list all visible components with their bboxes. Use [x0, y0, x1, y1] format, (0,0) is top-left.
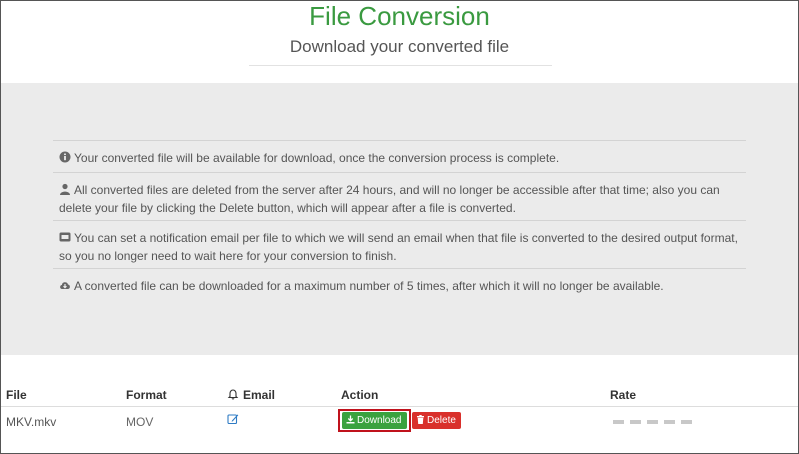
- delete-label: Delete: [427, 415, 456, 426]
- user-icon: [59, 182, 71, 195]
- info-circle-icon: [59, 150, 71, 163]
- rating-star[interactable]: [630, 420, 641, 424]
- download-button[interactable]: Download: [342, 412, 407, 429]
- info-text: Your converted file will be available fo…: [74, 151, 560, 165]
- file-name: MKV.mkv: [6, 415, 57, 429]
- header-format: Format: [126, 388, 167, 402]
- info-text: All converted files are deleted from the…: [59, 183, 720, 215]
- rating-star[interactable]: [664, 420, 675, 424]
- page-subtitle: Download your converted file: [289, 37, 510, 56]
- header-email-label: Email: [243, 388, 276, 402]
- info-item-notification: You can set a notification email per fil…: [53, 220, 746, 268]
- info-panel: Your converted file will be available fo…: [0, 83, 799, 355]
- trash-icon: [416, 413, 425, 424]
- info-text: You can set a notification email per fil…: [59, 231, 738, 263]
- header-email: Email: [227, 388, 275, 402]
- header-action: Action: [341, 388, 379, 402]
- subtitle-divider: [249, 65, 552, 66]
- info-item-deletion: All converted files are deleted from the…: [53, 172, 746, 220]
- cloud-download-icon: [59, 278, 71, 290]
- download-label: Download: [357, 415, 402, 426]
- table-header-row: File Format Email Action Rate: [0, 383, 799, 407]
- rating-star[interactable]: [681, 420, 692, 424]
- info-item-availability: Your converted file will be available fo…: [53, 140, 746, 172]
- rating-star[interactable]: [613, 420, 624, 424]
- info-text: A converted file can be downloaded for a…: [74, 279, 664, 293]
- page-header: File Conversion Download your converted …: [0, 0, 799, 83]
- envelope-icon: [59, 230, 71, 242]
- rating-stars[interactable]: [613, 420, 693, 424]
- info-list: Your converted file will be available fo…: [53, 140, 746, 300]
- file-format: MOV: [126, 415, 154, 429]
- rating-star[interactable]: [647, 420, 658, 424]
- bell-icon: [227, 388, 239, 400]
- edit-email-icon[interactable]: [227, 413, 239, 428]
- page-title: File Conversion: [309, 1, 490, 31]
- header-rate: Rate: [610, 388, 637, 402]
- info-item-download-limit: A converted file can be downloaded for a…: [53, 268, 746, 300]
- delete-button[interactable]: Delete: [412, 412, 461, 429]
- header-file: File: [6, 388, 27, 402]
- download-icon: [346, 413, 355, 424]
